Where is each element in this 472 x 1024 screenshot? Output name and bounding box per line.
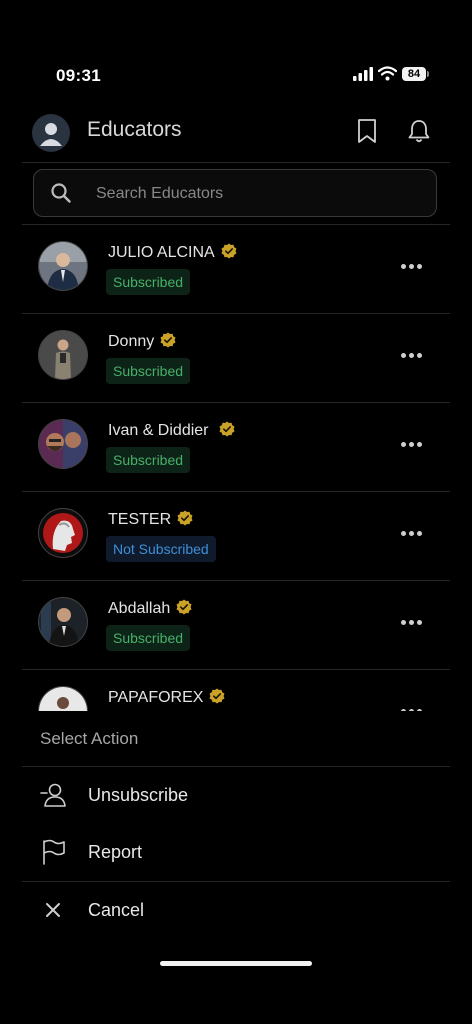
educator-name: Abdallah (108, 599, 192, 618)
battery-nub (427, 71, 429, 77)
app-header: Educators (22, 108, 450, 163)
signal-icon (353, 67, 373, 81)
flag-icon (43, 839, 65, 865)
status-badge: Subscribed (106, 269, 191, 295)
divider (22, 881, 450, 882)
educator-row[interactable]: PAPAFOREX (22, 670, 450, 711)
action-sheet: Select Action Unsubscribe Report Cancel (0, 711, 472, 1024)
report-button[interactable]: Report (22, 828, 450, 876)
page-title: Educators (87, 118, 182, 141)
status-badge: Subscribed (106, 625, 191, 651)
educator-row[interactable]: Abdallah Subscribed (22, 581, 450, 670)
cancel-label: Cancel (88, 900, 145, 920)
report-label: Report (88, 842, 143, 862)
educator-name: Donny (108, 332, 176, 351)
search-input[interactable] (94, 170, 418, 218)
educator-row[interactable]: Ivan & Diddier Subscribed (22, 403, 450, 492)
educator-row[interactable]: TESTER Not Subscribed (22, 492, 450, 581)
bookmark-icon[interactable] (356, 118, 378, 144)
educator-list: JULIO ALCINA Subscribed Donny Subscribed (22, 225, 450, 711)
unsubscribe-button[interactable]: Unsubscribe (22, 771, 450, 819)
educator-name: PAPAFOREX (108, 688, 225, 707)
close-icon (46, 903, 60, 917)
verified-badge-icon (176, 599, 192, 615)
user-minus-icon (40, 783, 66, 807)
educator-avatar (38, 686, 88, 711)
status-badge: Subscribed (106, 447, 191, 473)
educator-row[interactable]: JULIO ALCINA Subscribed (22, 225, 450, 314)
verified-badge-icon (221, 243, 237, 259)
educator-avatar (38, 508, 88, 558)
user-avatar-icon (40, 123, 62, 146)
educator-name: JULIO ALCINA (108, 243, 237, 262)
profile-avatar[interactable] (32, 114, 70, 152)
wifi-icon (378, 66, 397, 81)
verified-badge-icon (177, 510, 193, 526)
status-bar: 09:31 84 (0, 0, 472, 110)
sheet-title: Select Action (40, 729, 139, 748)
verified-badge-icon (160, 332, 176, 348)
educator-avatar (38, 419, 88, 469)
more-options-icon[interactable] (400, 350, 424, 362)
cancel-button[interactable]: Cancel (22, 886, 450, 934)
status-time: 09:31 (56, 66, 101, 85)
more-options-icon[interactable] (400, 439, 424, 451)
verified-badge-icon (219, 421, 235, 437)
search-bar[interactable] (33, 169, 437, 218)
bell-icon[interactable] (406, 118, 432, 144)
search-icon (51, 183, 71, 203)
home-indicator (160, 961, 312, 966)
status-badge: Subscribed (106, 358, 191, 384)
more-options-icon[interactable] (400, 528, 424, 540)
status-badge: Not Subscribed (106, 536, 216, 562)
divider (22, 766, 450, 767)
educator-avatar (38, 330, 88, 380)
educator-avatar (38, 597, 88, 647)
verified-badge-icon (209, 688, 225, 704)
battery-level: 84 (402, 67, 426, 81)
educator-name: TESTER (108, 510, 193, 529)
educator-avatar (38, 241, 88, 291)
educator-row[interactable]: Donny Subscribed (22, 314, 450, 403)
more-options-icon[interactable] (400, 261, 424, 273)
unsubscribe-label: Unsubscribe (88, 785, 189, 805)
educator-name: Ivan & Diddier (108, 421, 235, 440)
more-options-icon[interactable] (400, 617, 424, 629)
